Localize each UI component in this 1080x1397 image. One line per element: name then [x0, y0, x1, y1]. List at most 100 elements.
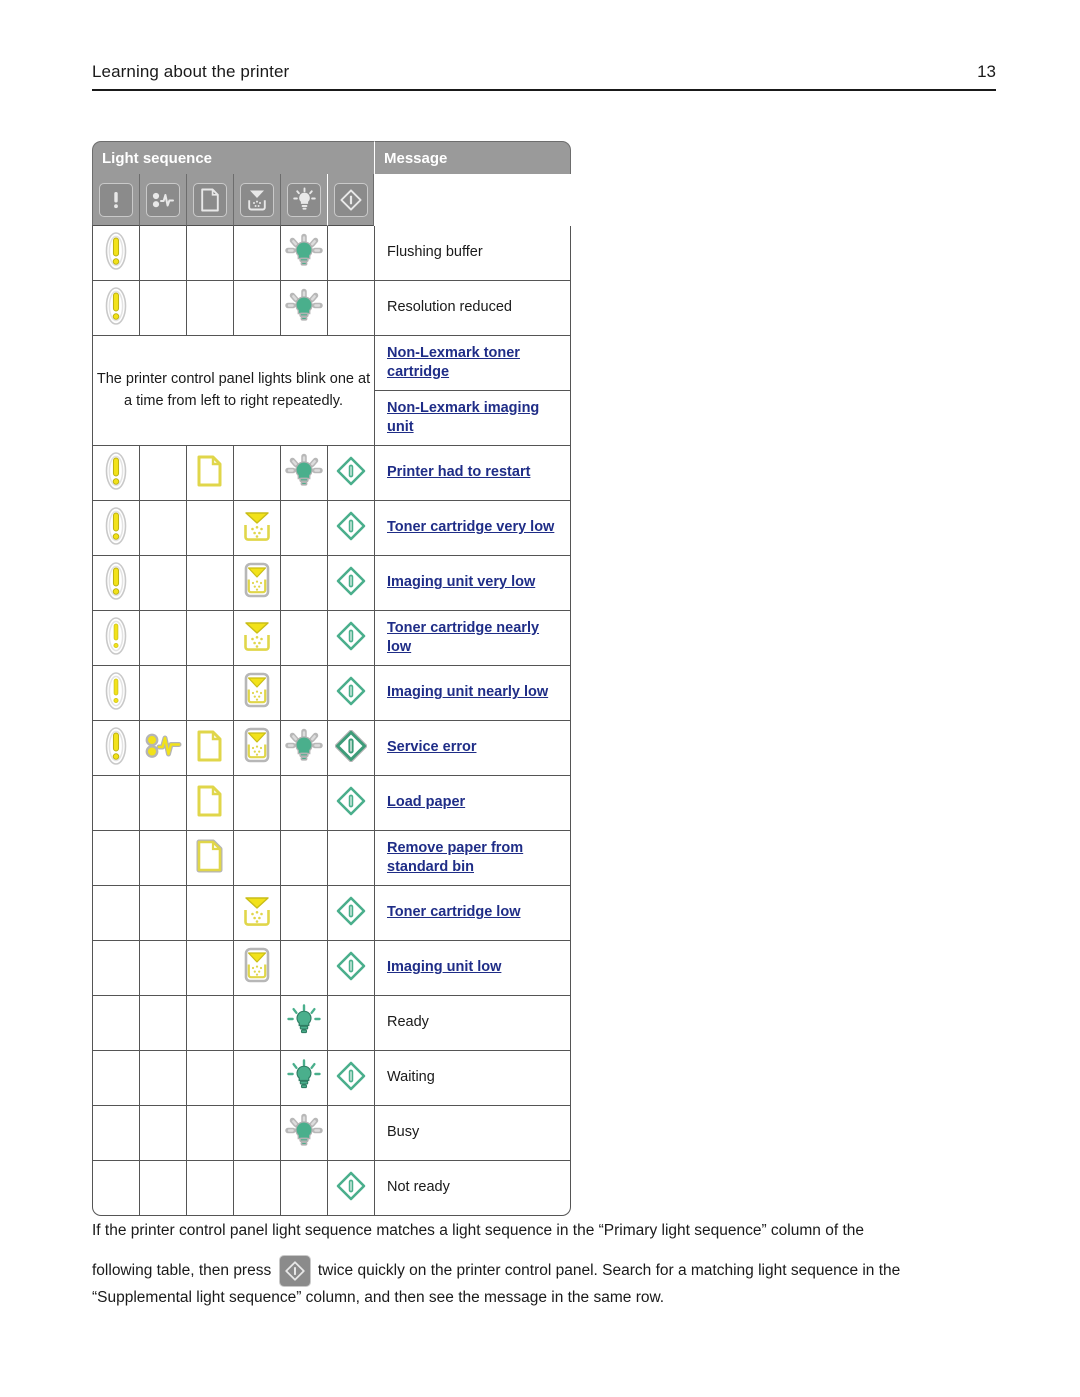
- light-cell-ready: [280, 666, 327, 721]
- blink-note-text: The printer control panel lights blink o…: [92, 336, 374, 446]
- message-link[interactable]: Imaging unit very low: [387, 574, 535, 590]
- light-cell-jam: [139, 666, 186, 721]
- light-cell-ready: [280, 996, 327, 1051]
- light-cell-paper: [186, 886, 233, 941]
- light-cell-toner: [233, 721, 280, 776]
- light-cell-ready: [280, 1106, 327, 1161]
- light-cell-start: [327, 501, 374, 556]
- light-cell-paper: [186, 446, 233, 501]
- page-number: 13: [977, 62, 996, 81]
- message-text: Ready: [387, 1014, 429, 1031]
- start-light-icon: [336, 1061, 366, 1091]
- message-cell: Waiting: [374, 1051, 571, 1106]
- error-light-blinking-icon: [105, 507, 127, 545]
- light-cell-ready: [280, 886, 327, 941]
- light-cell-ready: [280, 611, 327, 666]
- light-cell-paper: [186, 941, 233, 996]
- document-page: Learning about the printer 13 Light sequ…: [0, 0, 1080, 1397]
- light-cell-start: [327, 1051, 374, 1106]
- light-cell-error: [92, 831, 139, 886]
- table-row: Not ready: [92, 1161, 571, 1216]
- light-cell-ready: [280, 281, 327, 336]
- col-header-message: Message: [374, 141, 571, 174]
- table-row: Imaging unit low: [92, 941, 571, 996]
- light-cell-jam: [139, 501, 186, 556]
- message-cell: Toner cartridge low: [374, 886, 571, 941]
- error-icon: [99, 182, 133, 217]
- light-cell-paper: [186, 721, 233, 776]
- message-link[interactable]: Imaging unit nearly low: [387, 684, 548, 700]
- table-legend-row: [92, 174, 571, 226]
- section-title: Learning about the printer: [92, 62, 290, 81]
- table-row: Waiting: [92, 1051, 571, 1106]
- message-cell: Ready: [374, 996, 571, 1051]
- message-link[interactable]: Service error: [387, 739, 476, 755]
- message-link[interactable]: Non-Lexmark imaging unit: [387, 400, 539, 435]
- ready-light-blinking-icon: [284, 453, 324, 489]
- table-row: Load paper: [92, 776, 571, 831]
- light-cell-jam: [139, 1106, 186, 1161]
- message-cell: Imaging unit nearly low: [374, 666, 571, 721]
- light-cell-jam: [139, 1051, 186, 1106]
- light-cell-jam: [139, 941, 186, 996]
- start-light-icon: [336, 896, 366, 926]
- toner-cartridge-light-icon: [240, 893, 274, 929]
- imaging-unit-light-blinking-icon: [239, 727, 275, 765]
- start-icon: [333, 182, 368, 217]
- message-link[interactable]: Toner cartridge very low: [387, 519, 554, 535]
- error-light-blinking-icon: [105, 232, 127, 270]
- light-cell-jam: [139, 226, 186, 281]
- light-cell-paper: [186, 666, 233, 721]
- legend-cell-load-paper: [186, 174, 233, 226]
- table-row: Toner cartridge nearly low: [92, 611, 571, 666]
- message-link[interactable]: Non-Lexmark toner cartridge: [387, 345, 520, 380]
- light-cell-paper: [186, 831, 233, 886]
- light-cell-start: [327, 776, 374, 831]
- legend-cell-toner-low: [233, 174, 280, 226]
- start-icon[interactable]: [278, 1255, 311, 1287]
- imaging-unit-light-icon: [239, 562, 275, 600]
- light-cell-error: [92, 1161, 139, 1216]
- light-cell-paper: [186, 281, 233, 336]
- light-cell-error: [92, 281, 139, 336]
- light-cell-toner: [233, 226, 280, 281]
- start-light-icon: [336, 951, 366, 981]
- message-link[interactable]: Imaging unit low: [387, 959, 501, 975]
- table-row: Imaging unit nearly low: [92, 666, 571, 721]
- light-cell-paper: [186, 611, 233, 666]
- light-cell-toner: [233, 281, 280, 336]
- message-link[interactable]: Remove paper from standard bin: [387, 840, 523, 875]
- light-cell-start: [327, 941, 374, 996]
- light-cell-ready: [280, 1051, 327, 1106]
- message-cell: Busy: [374, 1106, 571, 1161]
- light-cell-toner: [233, 996, 280, 1051]
- message-link[interactable]: Toner cartridge nearly low: [387, 620, 539, 655]
- imaging-unit-light-blinking-icon: [239, 947, 275, 985]
- light-sequence-rows: Flushing buffer Resolution reduced The p…: [92, 226, 571, 1216]
- toner-cartridge-light-icon: [240, 508, 274, 544]
- light-cell-toner: [233, 611, 280, 666]
- message-cell: Toner cartridge nearly low: [374, 611, 571, 666]
- footnote-line-2: following table, then press twice quickl…: [92, 1255, 997, 1309]
- table-row: Toner cartridge very low: [92, 501, 571, 556]
- legend-cell-ready: [280, 174, 327, 226]
- message-cell: Non-Lexmark toner cartridge: [374, 336, 571, 391]
- message-link[interactable]: Toner cartridge low: [387, 904, 520, 920]
- message-link[interactable]: Printer had to restart: [387, 464, 530, 480]
- light-cell-toner: [233, 831, 280, 886]
- light-cell-jam: [139, 281, 186, 336]
- table-row: Flushing buffer: [92, 226, 571, 281]
- light-cell-error: [92, 1106, 139, 1161]
- start-light-icon: [336, 786, 366, 816]
- paper-jam-light-icon: [144, 731, 182, 761]
- light-cell-start: [327, 721, 374, 776]
- light-cell-ready: [280, 226, 327, 281]
- ready-light-blinking-icon: [284, 288, 324, 324]
- footnote-text-before-icon: following table, then press: [92, 1262, 272, 1280]
- light-cell-paper: [186, 776, 233, 831]
- light-cell-jam: [139, 611, 186, 666]
- legend-cell-error: [92, 174, 139, 226]
- message-text: Waiting: [387, 1069, 435, 1086]
- error-light-blinking-icon: [105, 727, 127, 765]
- message-link[interactable]: Load paper: [387, 794, 465, 810]
